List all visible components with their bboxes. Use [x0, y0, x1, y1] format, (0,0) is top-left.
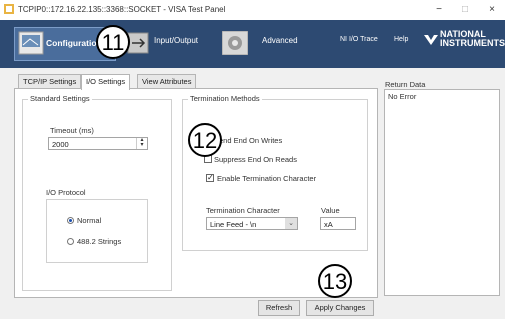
tab-io-settings[interactable]: I/O Settings: [81, 74, 131, 90]
io-protocol-box: [46, 199, 148, 263]
chevron-down-icon[interactable]: ⌄: [285, 218, 297, 229]
configuration-icon: [18, 31, 44, 55]
value-input[interactable]: xA: [320, 217, 356, 230]
standard-settings-title: Standard Settings: [28, 94, 92, 103]
app-icon: [4, 4, 14, 14]
maximize-button[interactable]: □: [456, 3, 474, 17]
tab-tcpip-settings[interactable]: TCP/IP Settings: [18, 74, 82, 89]
enable-term-label: Enable Termination Character: [217, 174, 317, 183]
timeout-input[interactable]: 2000: [48, 137, 148, 150]
close-button[interactable]: ×: [483, 3, 501, 17]
apply-changes-button[interactable]: Apply Changes: [306, 300, 374, 316]
tab-view-attributes[interactable]: View Attributes: [137, 74, 197, 89]
ni-eagle-icon: [424, 33, 438, 49]
send-end-label: Send End On Writes: [214, 136, 283, 145]
callout-11: 11: [96, 25, 130, 59]
normal-radio[interactable]: [67, 217, 74, 224]
strings-label: 488.2 Strings: [77, 237, 122, 246]
return-data-box[interactable]: [384, 89, 500, 296]
normal-label: Normal: [77, 216, 102, 225]
timeout-spinner[interactable]: ▴ ▾: [136, 137, 147, 149]
enable-term-checkbox[interactable]: ✓: [206, 174, 214, 182]
configuration-label: Configuration: [46, 38, 102, 48]
window-title: TCPIP0::172.16.22.135::3368::SOCKET - VI…: [18, 5, 226, 14]
return-data-value: No Error: [388, 92, 417, 101]
input-output-button[interactable]: Input/Output: [154, 36, 198, 45]
advanced-button[interactable]: Advanced: [262, 36, 298, 45]
callout-13: 13: [318, 264, 352, 298]
value-label: Value: [321, 206, 340, 215]
ni-logo-line2: INSTRUMENTS: [440, 38, 505, 48]
suppress-end-label: Suppress End On Reads: [214, 155, 297, 164]
term-char-label: Termination Character: [206, 206, 280, 215]
refresh-button[interactable]: Refresh: [258, 300, 300, 316]
minimize-button[interactable]: −: [430, 3, 448, 17]
ni-io-trace-button[interactable]: NI I/O Trace: [340, 36, 378, 43]
help-button[interactable]: Help: [394, 36, 408, 43]
strings-radio[interactable]: [67, 238, 74, 245]
advanced-gear-icon: [221, 30, 249, 56]
callout-12: 12: [188, 123, 222, 157]
io-protocol-label: I/O Protocol: [46, 188, 86, 197]
timeout-label: Timeout (ms): [50, 126, 94, 135]
termination-methods-title: Termination Methods: [188, 94, 262, 103]
ni-logo: NATIONAL INSTRUMENTS: [440, 30, 505, 48]
return-data-label: Return Data: [385, 80, 426, 89]
